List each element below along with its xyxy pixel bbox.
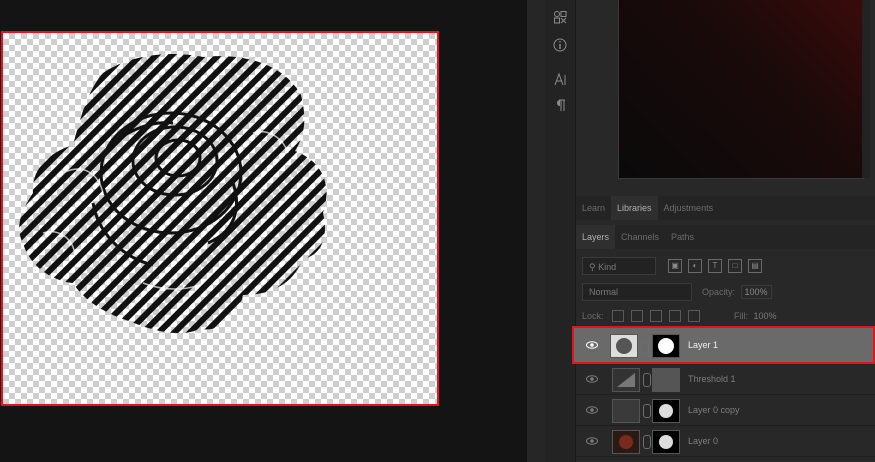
tab-adjustments[interactable]: Adjustments [658, 196, 720, 220]
layer-mask-thumbnail[interactable] [652, 368, 680, 392]
panel-scrollbar[interactable] [862, 0, 870, 178]
search-icon: ⚲ [589, 262, 596, 272]
layer-thumbnail[interactable] [612, 430, 640, 454]
mask-icon [659, 404, 673, 418]
pixel-filter-icon[interactable]: ▣ [668, 259, 682, 273]
layer-row-layer-1[interactable]: Layer 1 [572, 326, 875, 364]
link-icon[interactable] [641, 340, 649, 354]
link-icon[interactable] [643, 373, 651, 387]
color-picker-gradient[interactable] [618, 0, 864, 179]
adjustment-icon[interactable] [612, 368, 640, 392]
character-icon[interactable] [551, 72, 569, 90]
link-icon[interactable] [643, 435, 651, 449]
layer-row-layer-0-copy[interactable]: Layer 0 copy [576, 395, 875, 426]
lock-icons [612, 310, 700, 322]
lock-position-icon[interactable] [650, 310, 662, 322]
layer-mask-thumbnail[interactable] [652, 399, 680, 423]
rose-photo-icon [619, 435, 633, 449]
document-canvas[interactable] [1, 31, 439, 406]
tab-channels[interactable]: Channels [615, 225, 665, 249]
lock-artboard-icon[interactable] [669, 310, 681, 322]
tab-libraries[interactable]: Libraries [611, 196, 658, 220]
layer-row-layer-0[interactable]: Layer 0 [576, 426, 875, 457]
layer-name[interactable]: Layer 0 [688, 426, 718, 456]
lock-bar: Lock: Fill: 100% [582, 308, 868, 324]
smart-object-filter-icon[interactable]: ▤ [748, 259, 762, 273]
eye-icon[interactable] [586, 339, 598, 351]
shape-filter-icon[interactable]: □ [728, 259, 742, 273]
type-filter-icon[interactable]: T [708, 259, 722, 273]
panel-collapse-strip[interactable] [527, 0, 545, 462]
rose-thumbnail-icon [616, 338, 632, 354]
eye-icon[interactable] [586, 404, 598, 416]
layer-filter-bar: ⚲ Kind ▣ ◐ T □ ▤ [582, 257, 868, 277]
rose-artwork [19, 54, 327, 334]
opacity-control[interactable]: Opacity: 100% [702, 283, 772, 301]
layer-name[interactable]: Layer 0 copy [688, 395, 740, 425]
fill-value[interactable]: 100% [754, 311, 777, 321]
tab-paths[interactable]: Paths [665, 225, 700, 249]
layer-thumbnail[interactable] [612, 399, 640, 423]
layer-mask-thumbnail[interactable] [652, 334, 680, 358]
panel-tabs-top: Learn Libraries Adjustments [576, 196, 875, 220]
fill-control[interactable]: Fill: 100% [734, 308, 777, 324]
right-panel: Learn Libraries Adjustments Layers Chann… [572, 0, 875, 462]
glyphs-icon[interactable] [551, 10, 569, 28]
opacity-value[interactable]: 100% [740, 285, 772, 299]
panel-icon-bar [545, 0, 576, 462]
opacity-label: Opacity: [702, 287, 736, 297]
tab-learn[interactable]: Learn [576, 196, 611, 220]
tab-layers[interactable]: Layers [576, 225, 616, 249]
lock-all-icon[interactable] [688, 310, 700, 322]
paragraph-icon[interactable] [551, 98, 569, 116]
layer-row-threshold-1[interactable]: Threshold 1 [576, 364, 875, 395]
lock-transparency-icon[interactable] [612, 310, 624, 322]
filter-kind-select[interactable]: ⚲ Kind [582, 257, 656, 275]
blend-mode-select[interactable]: Normal [582, 283, 692, 301]
eye-icon[interactable] [586, 373, 598, 385]
canvas-area[interactable] [0, 0, 527, 462]
layer-mask-thumbnail[interactable] [652, 430, 680, 454]
mask-icon [659, 435, 673, 449]
blend-bar: Normal Opacity: 100% [582, 283, 868, 301]
layer-thumbnail[interactable] [610, 334, 638, 358]
filter-type-icons: ▣ ◐ T □ ▤ [668, 259, 762, 273]
info-icon[interactable] [551, 38, 569, 56]
adjustment-filter-icon[interactable]: ◐ [688, 259, 702, 273]
panel-tabs-layers: Layers Channels Paths [576, 225, 875, 249]
layer-name[interactable]: Layer 1 [688, 328, 718, 362]
layer-name[interactable]: Threshold 1 [688, 364, 736, 394]
fill-label: Fill: [734, 311, 748, 321]
filter-kind-label: Kind [598, 262, 617, 272]
mask-icon [658, 338, 674, 354]
lock-image-icon[interactable] [631, 310, 643, 322]
lock-label: Lock: [582, 311, 604, 321]
link-icon[interactable] [643, 404, 651, 418]
eye-icon[interactable] [586, 435, 598, 447]
